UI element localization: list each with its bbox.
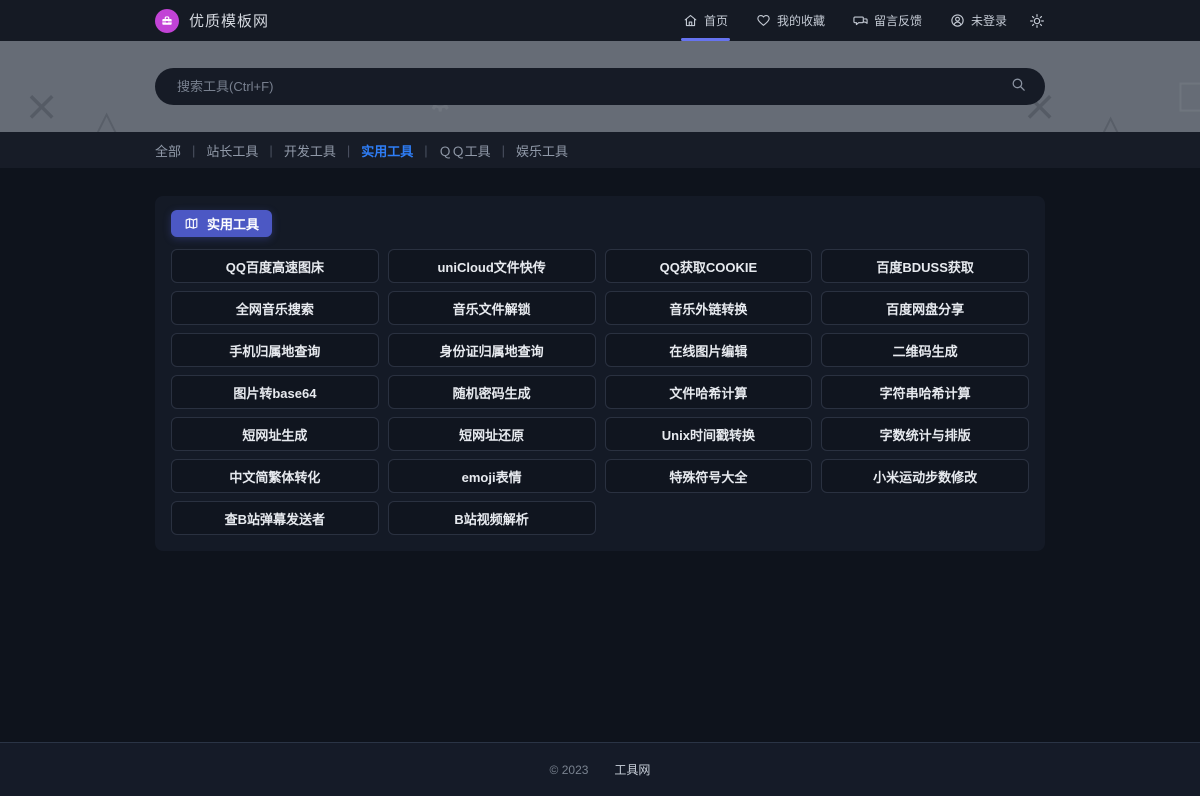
tool-button-23[interactable]: 小米运动步数修改 <box>821 459 1029 493</box>
tool-button-24[interactable]: 查B站弹幕发送者 <box>171 501 379 535</box>
tool-button-0[interactable]: QQ百度高速图床 <box>171 249 379 283</box>
tab-separator: | <box>269 143 272 158</box>
tool-button-11[interactable]: 二维码生成 <box>821 333 1029 367</box>
tab-separator: | <box>192 143 195 158</box>
nav-item-label: 未登录 <box>971 12 1007 29</box>
site-title: 优质模板网 <box>189 10 269 31</box>
footer-site-link[interactable]: 工具网 <box>614 761 650 778</box>
map-icon <box>184 216 199 231</box>
filter-tab-0[interactable]: 全部 <box>155 141 181 160</box>
tool-button-25[interactable]: B站视频解析 <box>388 501 596 535</box>
nav-item-label: 留言反馈 <box>874 12 922 29</box>
tab-separator: | <box>424 143 427 158</box>
tool-button-16[interactable]: 短网址生成 <box>171 417 379 451</box>
brand[interactable]: 优质模板网 <box>155 9 269 33</box>
search-icon[interactable] <box>1010 76 1027 93</box>
tools-grid: QQ百度高速图床 uniCloud文件快传 QQ获取COOKIE百度BDUSS获取全… <box>171 249 1029 535</box>
tool-button-6[interactable]: 音乐外链转换 <box>605 291 813 325</box>
filter-tab-2[interactable]: 开发工具 <box>284 141 336 160</box>
navbar: 优质模板网 首页 我的收藏 <box>0 0 1200 41</box>
user-icon <box>950 13 965 28</box>
category-filter-bar: 全部 | 站长工具 | 开发工具 | 实用工具 | ＱＱ工具 | 娱乐工具 <box>0 132 1200 168</box>
tools-section-card: 实用工具 QQ百度高速图床 uniCloud文件快传 QQ获取COOKIE百度BDU… <box>155 196 1045 551</box>
tool-button-19[interactable]: 字数统计与排版 <box>821 417 1029 451</box>
filter-tab-5[interactable]: 娱乐工具 <box>516 141 568 160</box>
tool-button-10[interactable]: 在线图片编辑 <box>605 333 813 367</box>
chat-icon <box>853 13 868 28</box>
tool-button-5[interactable]: 音乐文件解锁 <box>388 291 596 325</box>
tool-button-18[interactable]: Unix时间戳转换 <box>605 417 813 451</box>
tool-button-22[interactable]: 特殊符号大全 <box>605 459 813 493</box>
tool-button-17[interactable]: 短网址还原 <box>388 417 596 451</box>
pattern-icon: × <box>24 85 59 127</box>
toolbox-logo-icon <box>155 9 179 33</box>
tool-button-9[interactable]: 身份证归属地查询 <box>388 333 596 367</box>
pattern-icon: □ <box>200 127 232 132</box>
nav-item-feedback[interactable]: 留言反馈 <box>853 0 922 41</box>
search-hero: ×△□⚙○×△□ <box>0 41 1200 132</box>
pattern-icon: △ <box>1096 109 1125 132</box>
nav-item-label: 我的收藏 <box>777 12 825 29</box>
nav-menu: 首页 我的收藏 留言反馈 <box>655 0 1045 41</box>
tab-separator: | <box>502 143 505 158</box>
pattern-icon: △ <box>92 105 121 132</box>
tool-button-1[interactable]: uniCloud文件快传 <box>388 249 596 283</box>
tool-button-8[interactable]: 手机归属地查询 <box>171 333 379 367</box>
tool-button-12[interactable]: 图片转base64 <box>171 375 379 409</box>
filter-tab-4[interactable]: ＱＱ工具 <box>439 141 491 160</box>
filter-tab-1[interactable]: 站长工具 <box>206 141 258 160</box>
tool-button-2[interactable]: QQ获取COOKIE <box>605 249 813 283</box>
filter-tab-3[interactable]: 实用工具 <box>361 141 413 160</box>
pattern-icon: □ <box>1176 75 1200 113</box>
tool-button-15[interactable]: 字符串哈希计算 <box>821 375 1029 409</box>
nav-item-login[interactable]: 未登录 <box>950 0 1007 41</box>
nav-item-label: 首页 <box>704 12 728 29</box>
nav-item-favorites[interactable]: 我的收藏 <box>756 0 825 41</box>
nav-item-home[interactable]: 首页 <box>683 0 728 41</box>
tool-button-21[interactable]: emoji表情 <box>388 459 596 493</box>
sun-icon[interactable] <box>1029 13 1045 29</box>
heart-icon <box>756 13 771 28</box>
copyright-text: © 2023 <box>550 763 589 777</box>
search-input[interactable] <box>155 68 1045 105</box>
home-icon <box>683 13 698 28</box>
main-content: 实用工具 QQ百度高速图床 uniCloud文件快传 QQ获取COOKIE百度BDU… <box>0 168 1200 742</box>
tool-button-7[interactable]: 百度网盘分享 <box>821 291 1029 325</box>
tool-button-20[interactable]: 中文简繁体转化 <box>171 459 379 493</box>
tool-button-4[interactable]: 全网音乐搜索 <box>171 291 379 325</box>
tool-button-14[interactable]: 文件哈希计算 <box>605 375 813 409</box>
footer: © 2023 工具网 <box>0 742 1200 796</box>
tool-button-3[interactable]: 百度BDUSS获取 <box>821 249 1029 283</box>
section-badge: 实用工具 <box>171 210 272 237</box>
section-title: 实用工具 <box>207 214 259 233</box>
tab-separator: | <box>347 143 350 158</box>
tool-button-13[interactable]: 随机密码生成 <box>388 375 596 409</box>
